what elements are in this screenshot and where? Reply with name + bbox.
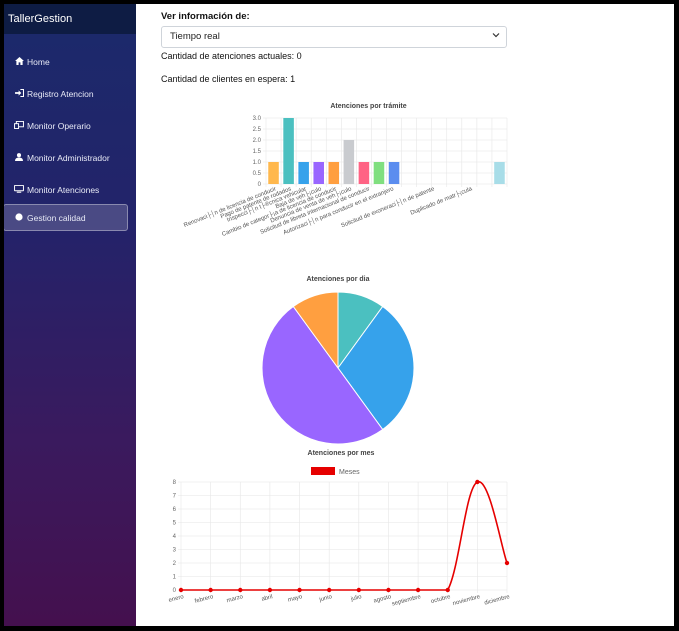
sidebar-item-registro-atencion[interactable]: Registro Atencion — [4, 80, 127, 107]
sidebar-item-monitor-atenciones[interactable]: Monitor Atenciones — [4, 176, 127, 203]
bar — [343, 140, 355, 184]
x-tick-label: diciembre — [484, 594, 511, 607]
app-title[interactable]: TallerGestion — [4, 4, 136, 34]
sidebar-item-label: Monitor Atenciones — [27, 184, 100, 195]
x-tick-label: septiembre — [391, 594, 422, 608]
x-tick-label: junio — [318, 594, 333, 604]
y-tick-label: 8 — [173, 480, 177, 486]
home-icon — [14, 56, 24, 67]
x-tick-label: Duplicado de matr├¡cula — [409, 184, 474, 216]
data-point — [475, 479, 480, 485]
sidebar-item-label: Gestion calidad — [27, 212, 86, 223]
y-tick-label: 0 — [258, 182, 262, 188]
data-point — [297, 587, 302, 593]
data-point — [208, 587, 213, 593]
y-tick-label: 2 — [173, 561, 177, 567]
sidebar-item-monitor-operario[interactable]: Monitor Operario — [4, 112, 127, 139]
bar — [328, 162, 340, 184]
x-tick-label: febrero — [194, 594, 215, 605]
chevron-down-icon — [492, 31, 500, 40]
chart-title: Atenciones por trámite — [330, 103, 406, 110]
data-point — [238, 587, 243, 593]
x-tick-label: mayo — [287, 594, 303, 604]
data-point — [504, 560, 510, 566]
monitor-operario-icon — [14, 120, 24, 131]
y-tick-label: 1.5 — [253, 149, 262, 155]
y-tick-label: 1 — [173, 575, 177, 581]
x-tick-label: abril — [261, 594, 274, 603]
sidebar-item-label: Home — [27, 56, 50, 67]
waiting-clients-count: Cantidad de clientes en espera: 1 — [161, 74, 296, 84]
circle-icon — [14, 212, 24, 223]
x-tick-label: agosto — [373, 594, 393, 605]
y-tick-label: 1.0 — [253, 160, 262, 166]
bar — [388, 162, 400, 184]
y-tick-label: 4 — [173, 534, 177, 540]
x-tick-label: enero — [168, 594, 185, 604]
y-tick-label: 0.5 — [253, 171, 262, 177]
y-tick-label: 2.5 — [253, 127, 262, 133]
bar — [358, 162, 370, 184]
bar — [313, 162, 324, 184]
view-label: Ver información de: — [161, 11, 250, 22]
sidebar-item-gestion-calidad[interactable]: Gestion calidad — [4, 204, 128, 231]
bar — [283, 118, 294, 184]
x-tick-label: marzo — [226, 594, 244, 604]
data-point — [356, 587, 362, 593]
data-point — [326, 587, 332, 593]
legend-swatch — [311, 467, 335, 475]
y-tick-label: 3.0 — [253, 116, 262, 122]
bar — [373, 162, 385, 184]
main-content: Ver información de: Tiempo real Cantidad… — [136, 4, 674, 626]
chart-title: Atenciones por mes — [308, 450, 375, 457]
view-select-value: Tiempo real — [170, 31, 220, 42]
y-tick-label: 7 — [173, 494, 177, 500]
sidebar-item-label: Registro Atencion — [27, 88, 94, 99]
y-tick-label: 3 — [173, 548, 177, 554]
sidebar-item-label: Monitor Operario — [27, 120, 91, 131]
sidebar: TallerGestion Home Registro Atencion Mon… — [4, 4, 136, 626]
pie-chart-atenciones-por-dia: Atenciones por dia — [261, 276, 415, 444]
sidebar-item-monitor-administrador[interactable]: Monitor Administrador — [4, 144, 127, 171]
bar — [268, 162, 279, 184]
desktop-icon — [14, 184, 24, 195]
line-chart-atenciones-por-mes: Atenciones por mes Meses 0 1 2 3 4 5 6 7 8 enero feb… — [168, 450, 511, 608]
sidebar-item-label: Monitor Administrador — [27, 152, 110, 163]
data-point — [386, 587, 391, 593]
y-tick-label: 2.0 — [253, 138, 262, 144]
app-window: TallerGestion Home Registro Atencion Mon… — [4, 4, 674, 626]
chart-title: Atenciones por dia — [306, 276, 369, 283]
view-select[interactable]: Tiempo real — [161, 26, 507, 48]
bar — [494, 162, 505, 184]
user-icon — [14, 152, 24, 163]
sign-in-icon — [14, 88, 24, 99]
current-attentions-count: Cantidad de atenciones actuales: 0 — [161, 51, 302, 61]
data-point — [267, 587, 273, 593]
y-tick-label: 0 — [173, 588, 177, 594]
y-tick-label: 5 — [173, 521, 177, 527]
data-point — [415, 587, 421, 593]
y-tick-label: 6 — [173, 507, 177, 513]
legend-label: Meses — [339, 469, 360, 476]
bar — [298, 162, 309, 184]
data-point — [445, 587, 450, 593]
x-tick-label: noviembre — [452, 594, 481, 607]
x-tick-label: octubre — [430, 594, 452, 605]
data-point — [178, 587, 184, 593]
x-tick-label: julio — [349, 594, 362, 603]
bar-chart-atenciones-por-tramite: Atenciones por trámite 0 0.5 1.0 1.5 2.0 2.5 3.… — [182, 103, 508, 238]
sidebar-item-home[interactable]: Home — [4, 48, 127, 75]
